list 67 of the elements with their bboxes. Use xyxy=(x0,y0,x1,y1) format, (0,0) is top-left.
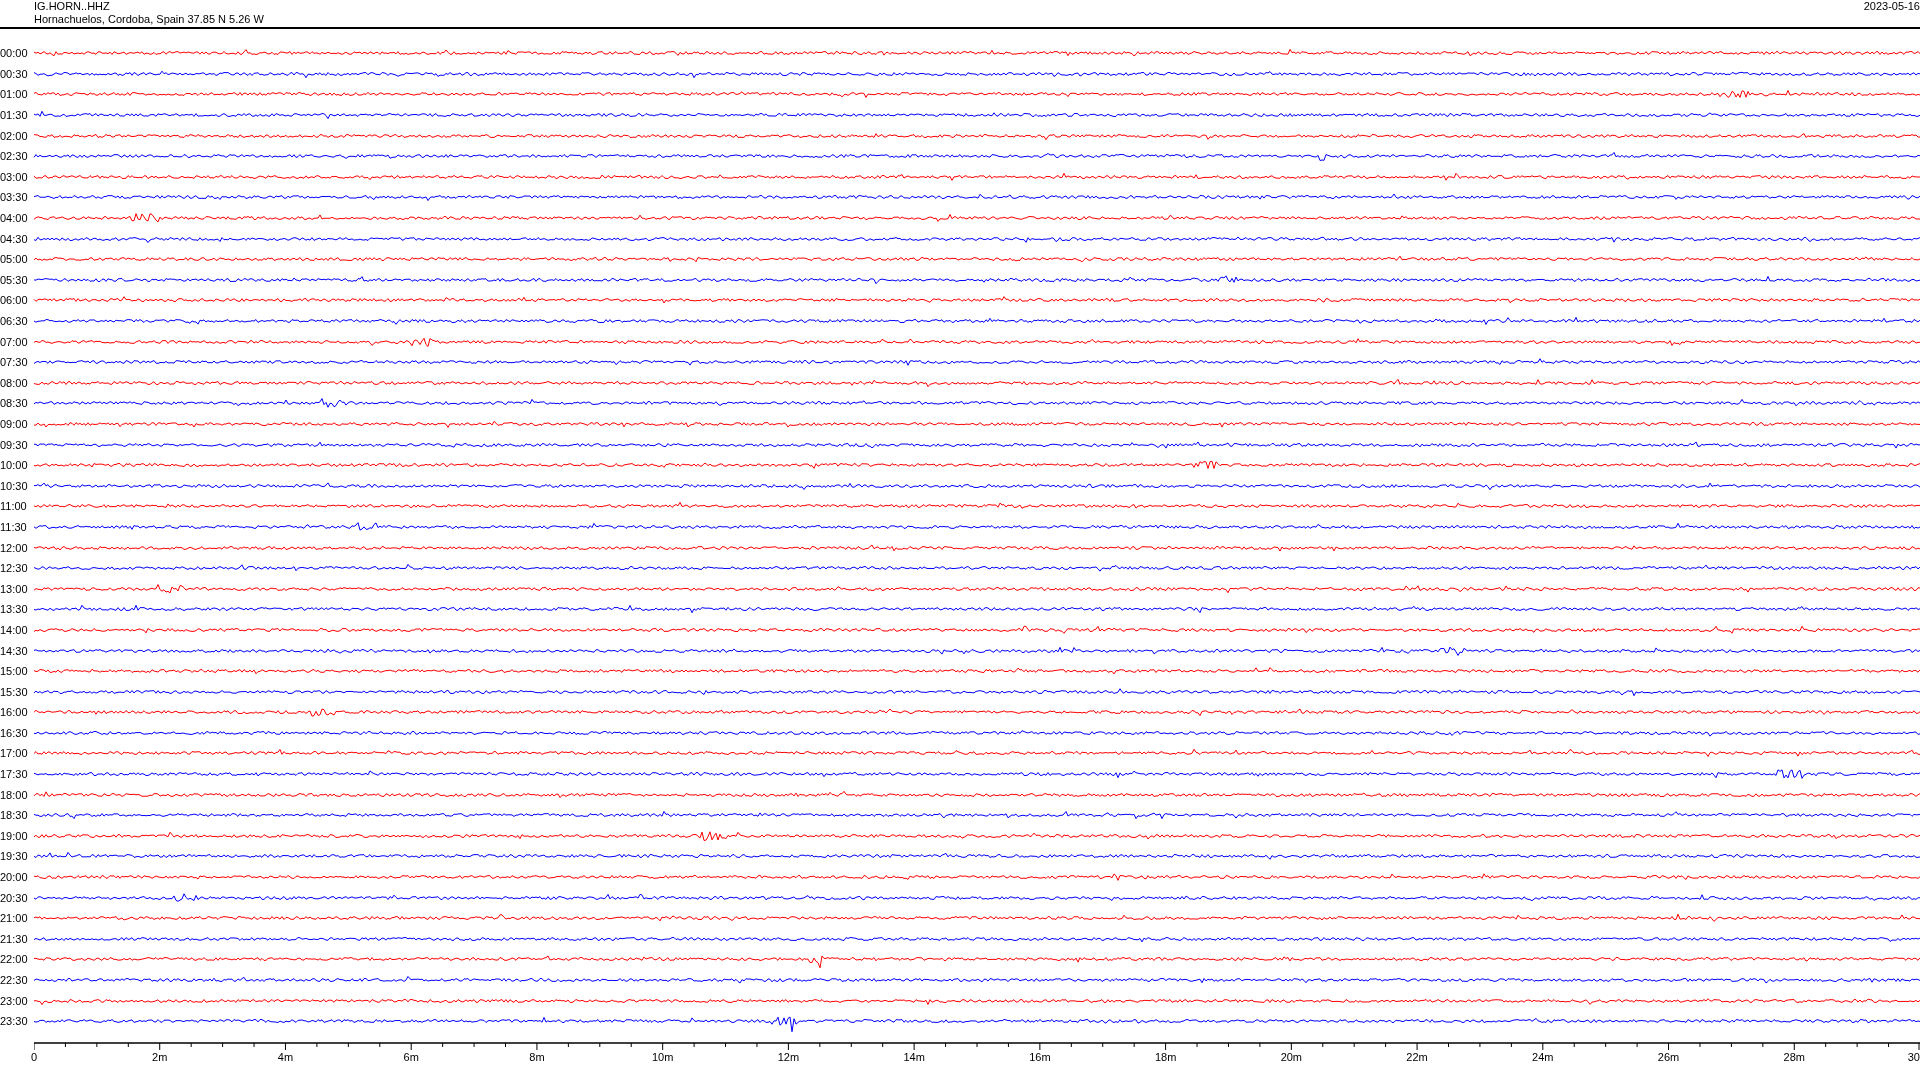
time-label: 18:00 xyxy=(0,788,29,801)
axis-tick-label: 30 xyxy=(1907,1050,1920,1063)
time-label: 19:00 xyxy=(0,829,29,842)
time-label: 20:00 xyxy=(0,871,29,884)
time-label: 13:30 xyxy=(0,603,29,616)
station-location: Hornachuelos, Cordoba, Spain 37.85 N 5.26 W xyxy=(34,13,264,26)
time-label: 11:30 xyxy=(0,520,28,533)
time-label: 11:00 xyxy=(0,500,28,513)
axis-tick-label: 10m xyxy=(651,1050,674,1063)
axis-tick-label: 24m xyxy=(1532,1050,1554,1063)
time-label: 10:30 xyxy=(0,479,29,492)
time-label: 05:30 xyxy=(0,273,29,286)
time-label: 23:30 xyxy=(0,1015,29,1028)
time-label: 13:00 xyxy=(0,582,29,595)
time-label: 18:30 xyxy=(0,809,29,822)
time-label: 10:00 xyxy=(0,459,29,472)
time-label: 23:00 xyxy=(0,994,29,1007)
axis-tick-label: 14m xyxy=(903,1050,925,1063)
time-label: 17:00 xyxy=(0,747,29,760)
axis-tick-label: 28m xyxy=(1783,1050,1805,1063)
time-label: 03:00 xyxy=(0,170,29,183)
time-label: 12:30 xyxy=(0,562,29,575)
time-label: 09:00 xyxy=(0,418,29,430)
time-label: 08:00 xyxy=(0,376,29,389)
axis-tick-label: 0 xyxy=(31,1050,38,1063)
time-label: 07:30 xyxy=(0,356,29,369)
date-label: 2023-05-16 xyxy=(1863,0,1920,13)
time-label: 04:30 xyxy=(0,232,29,245)
time-label: 22:30 xyxy=(0,974,29,986)
time-label: 16:30 xyxy=(0,726,29,739)
axis-tick-label: 26m xyxy=(1657,1050,1680,1063)
time-label: 15:30 xyxy=(0,685,29,698)
time-label: 01:00 xyxy=(0,88,29,101)
time-label: 22:00 xyxy=(0,953,29,966)
axis-tick-label: 6m xyxy=(403,1050,419,1063)
time-label: 00:00 xyxy=(0,47,29,60)
time-label: 16:00 xyxy=(0,706,29,719)
time-label: 02:00 xyxy=(0,129,29,142)
time-label: 00:30 xyxy=(0,67,29,80)
time-label: 19:30 xyxy=(0,850,29,863)
time-label: 14:30 xyxy=(0,644,29,657)
time-label: 20:30 xyxy=(0,891,29,904)
axis-tick-label: 2m xyxy=(152,1050,168,1063)
time-label: 21:30 xyxy=(0,932,29,945)
time-label: 17:30 xyxy=(0,768,29,781)
time-label: 02:30 xyxy=(0,150,29,163)
station-code: IG.HORN..HHZ xyxy=(34,0,111,13)
time-label: 21:00 xyxy=(0,912,29,925)
time-label: 06:30 xyxy=(0,315,29,327)
axis-tick-label: 8m xyxy=(529,1050,545,1063)
time-label: 09:30 xyxy=(0,438,29,451)
time-label: 01:30 xyxy=(0,109,29,122)
time-label: 12:00 xyxy=(0,541,29,554)
time-label: 04:00 xyxy=(0,212,29,225)
axis-tick-label: 12m xyxy=(777,1050,800,1063)
time-label: 05:00 xyxy=(0,253,29,266)
axis-tick-label: 22m xyxy=(1406,1050,1428,1063)
time-label: 06:00 xyxy=(0,294,29,307)
time-label: 08:30 xyxy=(0,397,29,410)
time-label: 07:00 xyxy=(0,335,29,348)
axis-tick-label: 4m xyxy=(277,1050,294,1063)
axis-tick-label: 18m xyxy=(1154,1050,1177,1063)
time-label: 14:00 xyxy=(0,623,29,636)
time-label: 03:30 xyxy=(0,191,29,204)
axis-tick-label: 16m xyxy=(1029,1050,1051,1063)
axis-tick-label: 20m xyxy=(1280,1050,1303,1063)
time-label: 15:00 xyxy=(0,665,29,678)
